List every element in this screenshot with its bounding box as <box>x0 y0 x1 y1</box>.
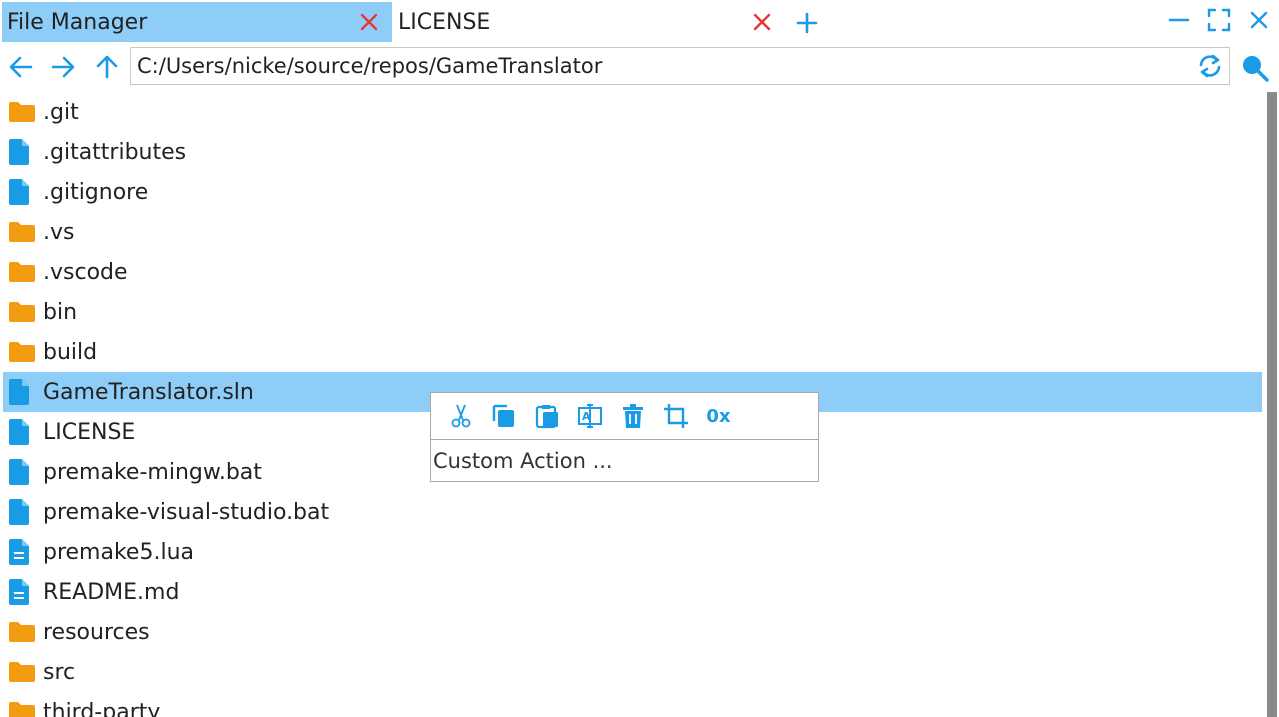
hex-icon[interactable]: 0x <box>697 399 740 433</box>
file-name: bin <box>43 299 78 325</box>
file-row[interactable]: src <box>0 652 1262 692</box>
search-button[interactable] <box>1236 50 1274 86</box>
rename-icon[interactable]: A <box>568 399 611 433</box>
file-name: third-party <box>43 699 161 717</box>
file-name: premake-visual-studio.bat <box>43 499 330 525</box>
folder-icon <box>8 218 38 246</box>
minimize-button[interactable] <box>1162 4 1196 36</box>
file-name: premake-mingw.bat <box>43 459 262 485</box>
minimize-icon <box>1168 18 1190 22</box>
tab-bar: File Manager LICENSE <box>0 0 1279 44</box>
delete-icon[interactable] <box>611 399 654 433</box>
file-name: build <box>43 339 98 365</box>
folder-icon <box>8 698 38 717</box>
folder-icon <box>8 298 38 326</box>
file-row[interactable]: build <box>0 332 1262 372</box>
file-row[interactable]: bin <box>0 292 1262 332</box>
file-icon <box>8 458 38 486</box>
folder-icon <box>8 338 38 366</box>
folder-icon <box>8 98 38 126</box>
file-name: GameTranslator.sln <box>43 379 254 405</box>
text-file-icon <box>8 538 38 566</box>
file-name: README.md <box>43 579 180 605</box>
file-row[interactable]: .gitignore <box>0 172 1262 212</box>
maximize-icon <box>1207 8 1231 32</box>
plus-icon <box>796 12 818 34</box>
add-tab-button[interactable] <box>792 8 822 38</box>
copy-icon[interactable] <box>482 399 525 433</box>
paste-icon[interactable] <box>525 399 568 433</box>
address-bar[interactable]: C:/Users/nicke/source/repos/GameTranslat… <box>130 47 1230 85</box>
file-name: .vscode <box>43 259 128 285</box>
file-icon <box>8 498 38 526</box>
folder-icon <box>8 258 38 286</box>
file-row[interactable]: .git <box>0 92 1262 132</box>
folder-icon <box>8 658 38 686</box>
folder-icon <box>8 618 38 646</box>
file-row[interactable]: .vscode <box>0 252 1262 292</box>
close-icon[interactable] <box>352 12 386 32</box>
close-icon <box>1250 11 1268 29</box>
file-name: resources <box>43 619 150 645</box>
file-icon <box>8 418 38 446</box>
crop-icon[interactable] <box>654 399 697 433</box>
arrow-right-icon <box>51 56 75 78</box>
file-icon <box>8 138 38 166</box>
arrow-left-icon <box>9 56 33 78</box>
close-icon[interactable] <box>745 12 779 32</box>
context-toolbar: A 0x <box>431 393 818 440</box>
custom-action-item[interactable]: Custom Action ... <box>431 440 818 482</box>
file-name: LICENSE <box>43 419 136 445</box>
navigation-bar: C:/Users/nicke/source/repos/GameTranslat… <box>0 46 1279 90</box>
vertical-scrollbar[interactable] <box>1267 92 1277 717</box>
file-row[interactable]: .vs <box>0 212 1262 252</box>
context-menu: A 0x Custom Action ... <box>430 392 819 482</box>
file-row[interactable]: third-party <box>0 692 1262 717</box>
forward-button[interactable] <box>46 50 80 84</box>
refresh-icon[interactable] <box>1191 52 1229 80</box>
file-icon <box>8 178 38 206</box>
hex-label: 0x <box>706 405 731 427</box>
search-icon <box>1243 56 1269 82</box>
file-row[interactable]: premake5.lua <box>0 532 1262 572</box>
tab-label: File Manager <box>7 9 148 35</box>
file-name: premake5.lua <box>43 539 194 565</box>
file-row[interactable]: README.md <box>0 572 1262 612</box>
file-name: src <box>43 659 76 685</box>
up-button[interactable] <box>90 50 124 84</box>
file-name: .vs <box>43 219 75 245</box>
arrow-up-icon <box>96 55 118 79</box>
file-row[interactable]: premake-visual-studio.bat <box>0 492 1262 532</box>
tab-label: LICENSE <box>398 9 491 35</box>
file-row[interactable]: resources <box>0 612 1262 652</box>
tab-file-manager[interactable]: File Manager <box>2 2 392 42</box>
address-path[interactable]: C:/Users/nicke/source/repos/GameTranslat… <box>131 54 1191 78</box>
cut-icon[interactable] <box>439 399 482 433</box>
file-name: .gitattributes <box>43 139 187 165</box>
text-file-icon <box>8 578 38 606</box>
maximize-button[interactable] <box>1202 4 1236 36</box>
svg-text:A: A <box>582 410 591 423</box>
file-name: .git <box>43 99 79 125</box>
file-name: .gitignore <box>43 179 149 205</box>
file-icon <box>8 378 38 406</box>
close-window-button[interactable] <box>1242 4 1276 36</box>
file-row[interactable]: .gitattributes <box>0 132 1262 172</box>
tab-license[interactable]: LICENSE <box>393 2 785 42</box>
back-button[interactable] <box>4 50 38 84</box>
